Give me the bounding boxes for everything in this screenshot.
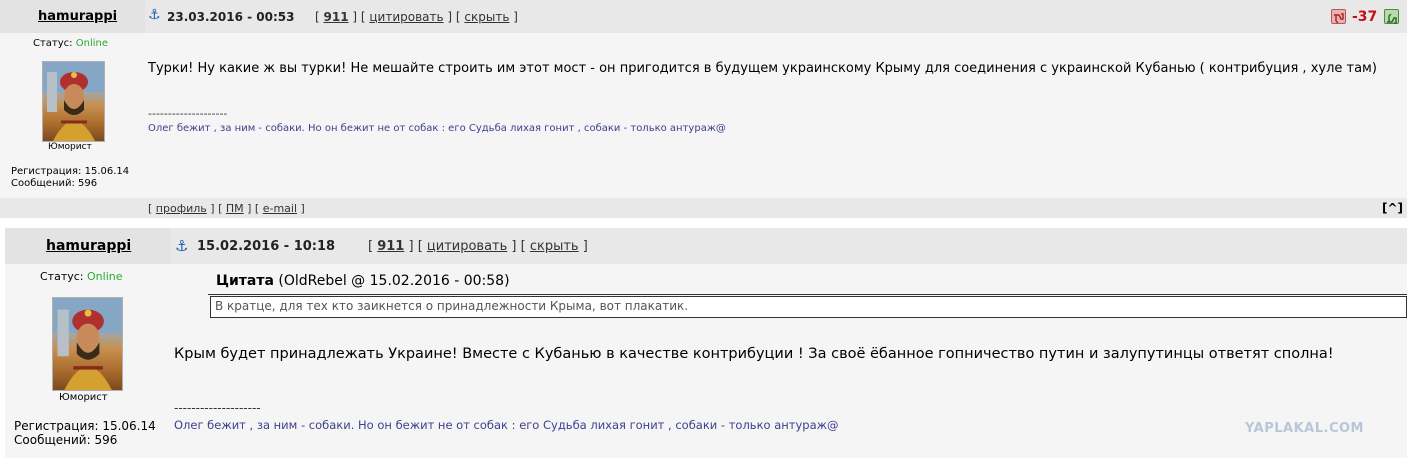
post2-anchor-icon[interactable]: ⚓ [175,237,188,255]
avatar-image [43,62,104,141]
post1-hide-link[interactable]: скрыть [464,10,509,24]
post2-rating-link[interactable]: 911 [377,239,404,254]
bracket: [ [315,10,324,24]
quote-text: В кратце, для тех кто заикнется о принад… [215,299,689,313]
post2-registration: Регистрация: 15.06.14 [14,419,156,433]
post1-pm-link[interactable]: ПМ [226,202,244,215]
post2-quote-box: В кратце, для тех кто заикнется о принад… [210,296,1407,318]
sep: ] [ [507,239,530,254]
post2-quote-link[interactable]: цитировать [427,239,507,254]
bracket: [ [368,239,378,254]
sep: ] [ [243,202,263,215]
bracket: ] [578,239,588,254]
quote-meta: (OldRebel @ 15.02.2016 - 00:58) [278,273,510,289]
post1-score: -37 [1352,9,1378,25]
post2-sig-separator: -------------------- [174,401,261,415]
post1-quote-link[interactable]: цитировать [369,10,443,24]
post2-date: 15.02.2016 - 10:18 [197,239,336,254]
post1-sig-separator: -------------------- [148,107,228,120]
site-watermark: YAPLAKAL.COM [1245,421,1364,436]
avatar-image [53,298,122,390]
post2-avatar[interactable] [52,297,123,391]
post2-actions: [ 911 ] [ цитировать ] [ скрыть ] [368,239,588,254]
post2-message: Крым будет принадлежать Украине! Вместе … [174,346,1334,362]
post1-post-count: Сообщений: 596 [11,178,98,189]
status-online: Online [87,270,123,283]
thumbs-down-icon [1334,13,1344,24]
post1-profile-link[interactable]: профиль [156,202,207,215]
sep: ] [ [348,10,370,24]
post1-email-link[interactable]: e-mail [263,202,297,215]
sep: ] [ [206,202,226,215]
post1-status: Статус: Online [33,38,108,49]
post1-body [145,33,1407,198]
post1-date: 23.03.2016 - 00:53 [167,10,295,24]
post2-rank: Юморист [59,392,108,403]
post1-actions: [ 911 ] [ цитировать ] [ скрыть ] [315,10,518,24]
post1-registration: Регистрация: 15.06.14 [11,166,130,177]
post1-author-name[interactable]: hamurappi [38,9,117,24]
post2-status: Статус: Online [40,270,123,283]
status-online: Online [75,38,108,49]
post1-signature: Олег бежит , за ним - собаки. Но он бежи… [148,123,726,134]
post2-post-count: Сообщений: 596 [14,433,118,447]
post1-anchor-icon[interactable]: ⚓ [148,7,161,23]
post1-vote-down-button[interactable] [1331,9,1346,24]
post2-quote-header: Цитата (OldRebel @ 15.02.2016 - 00:58) [216,273,510,289]
sep: ] [ [404,239,427,254]
post1-rank: Юморист [48,142,92,152]
post2-quote-bracket-line [208,294,1407,295]
status-label: Статус: [40,270,84,283]
bracket: [ [148,202,156,215]
post2-signature: Олег бежит , за ним - собаки. Но он бежи… [174,418,839,432]
bracket: ] [509,10,518,24]
post1-avatar[interactable] [42,61,105,142]
sep: ] [ [443,10,465,24]
post1-footer-links: [ профиль ] [ ПМ ] [ e-mail ] [148,202,305,215]
post2-hide-link[interactable]: скрыть [530,239,579,254]
bracket: ] [297,202,305,215]
quote-title: Цитата [216,273,274,289]
post-divider [0,218,1407,228]
thumbs-up-icon [1387,13,1397,24]
post1-message: Турки! Ну какие ж вы турки! Не мешайте с… [148,61,1377,76]
post2-author-name[interactable]: hamurappi [46,238,131,254]
post1-vote-up-button[interactable] [1384,9,1399,24]
post1-rating-link[interactable]: 911 [324,10,349,24]
status-label: Статус: [33,38,73,49]
scroll-top-link[interactable]: [^] [1382,201,1403,215]
